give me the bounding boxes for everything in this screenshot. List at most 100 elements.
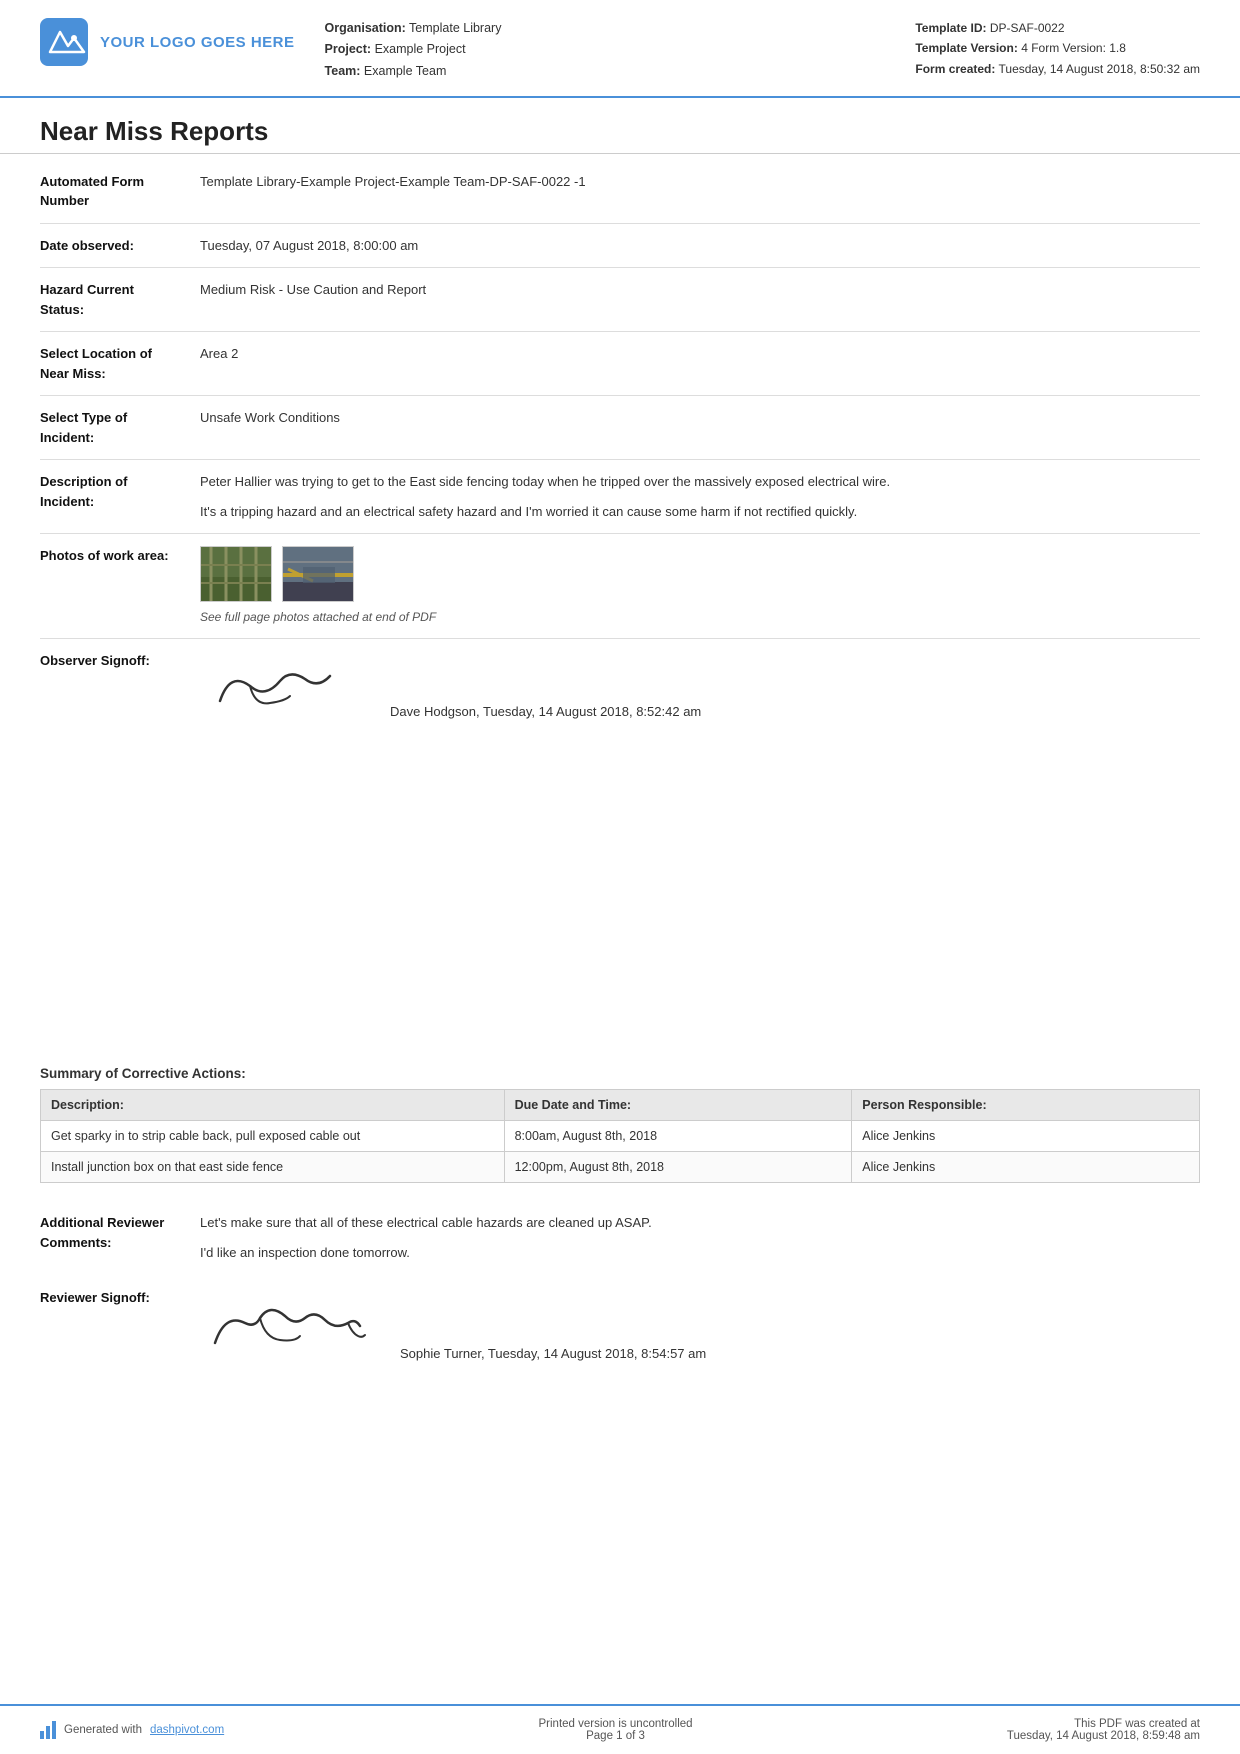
org-line: Organisation: Template Library bbox=[325, 18, 916, 39]
field-additional: Additional Reviewer Comments: Let's make… bbox=[40, 1205, 1200, 1270]
photos-container bbox=[200, 546, 1200, 602]
form-created-value: Tuesday, 14 August 2018, 8:50:32 am bbox=[999, 62, 1200, 76]
summary-header-row: Description: Due Date and Time: Person R… bbox=[41, 1090, 1200, 1121]
col-due-date-header: Due Date and Time: bbox=[504, 1090, 852, 1121]
form-created-label: Form created: bbox=[915, 62, 995, 76]
dashpivot-icon bbox=[40, 1721, 56, 1739]
summary-table-head: Description: Due Date and Time: Person R… bbox=[41, 1090, 1200, 1121]
summary-table-body: Get sparky in to strip cable back, pull … bbox=[41, 1121, 1200, 1183]
col-description-header: Description: bbox=[41, 1090, 505, 1121]
reviewer-section: Reviewer Signoff: Sophie Turner, Tuesday… bbox=[0, 1270, 1240, 1392]
cell-due-date: 12:00pm, August 8th, 2018 bbox=[504, 1152, 852, 1183]
team-line: Team: Example Team bbox=[325, 61, 916, 82]
project-value: Example Project bbox=[375, 42, 466, 56]
template-id-value: DP-SAF-0022 bbox=[990, 21, 1065, 35]
main-content: Automated Form Number Template Library-E… bbox=[0, 154, 1240, 1052]
footer-center-line2: Page 1 of 3 bbox=[539, 1730, 693, 1742]
field-label-type: Select Type of Incident: bbox=[40, 408, 200, 447]
footer-right: This PDF was created at Tuesday, 14 Augu… bbox=[1007, 1718, 1200, 1742]
footer-right-line1: This PDF was created at bbox=[1007, 1718, 1200, 1730]
generated-text: Generated with bbox=[64, 1724, 142, 1736]
cell-description: Get sparky in to strip cable back, pull … bbox=[41, 1121, 505, 1152]
logo-icon bbox=[40, 18, 88, 66]
template-version-label: Template Version: bbox=[915, 41, 1017, 55]
photo-thumb-1 bbox=[200, 546, 272, 602]
field-value-type: Unsafe Work Conditions bbox=[200, 408, 1200, 447]
logo-area: YOUR LOGO GOES HERE bbox=[40, 18, 295, 66]
team-label: Team: bbox=[325, 64, 361, 78]
field-label-observer: Observer Signoff: bbox=[40, 651, 200, 722]
footer-center: Printed version is uncontrolled Page 1 o… bbox=[539, 1718, 693, 1742]
photo-caption: See full page photos attached at end of … bbox=[200, 608, 1200, 626]
reviewer-signature-area: Sophie Turner, Tuesday, 14 August 2018, … bbox=[200, 1288, 1200, 1364]
summary-table: Description: Due Date and Time: Person R… bbox=[40, 1089, 1200, 1183]
cell-due-date: 8:00am, August 8th, 2018 bbox=[504, 1121, 852, 1152]
field-incident-type: Select Type of Incident: Unsafe Work Con… bbox=[40, 400, 1200, 455]
summary-section: Summary of Corrective Actions: Descripti… bbox=[0, 1052, 1240, 1197]
table-row: Get sparky in to strip cable back, pull … bbox=[41, 1121, 1200, 1152]
field-label-photos: Photos of work area: bbox=[40, 546, 200, 626]
field-value-hazard: Medium Risk - Use Caution and Report bbox=[200, 280, 1200, 319]
cell-person: Alice Jenkins bbox=[852, 1121, 1200, 1152]
summary-title: Summary of Corrective Actions: bbox=[40, 1066, 1200, 1081]
field-value-location: Area 2 bbox=[200, 344, 1200, 383]
spacer bbox=[0, 1392, 1240, 1704]
description-para1: Peter Hallier was trying to get to the E… bbox=[200, 472, 1200, 492]
project-label: Project: bbox=[325, 42, 372, 56]
field-value-reviewer: Sophie Turner, Tuesday, 14 August 2018, … bbox=[200, 1288, 1200, 1364]
field-label-location: Select Location of Near Miss: bbox=[40, 344, 200, 383]
field-label-description: Description of Incident: bbox=[40, 472, 200, 521]
template-version-line: Template Version: 4 Form Version: 1.8 bbox=[915, 38, 1200, 58]
field-value-date: Tuesday, 07 August 2018, 8:00:00 am bbox=[200, 236, 1200, 256]
field-value-additional: Let's make sure that all of these electr… bbox=[200, 1213, 1200, 1262]
field-label-date: Date observed: bbox=[40, 236, 200, 256]
org-value: Template Library bbox=[409, 21, 501, 35]
team-value: Example Team bbox=[364, 64, 446, 78]
additional-para2: I'd like an inspection done tomorrow. bbox=[200, 1243, 1200, 1263]
page: YOUR LOGO GOES HERE Organisation: Templa… bbox=[0, 0, 1240, 1754]
footer-left: Generated with dashpivot.com bbox=[40, 1721, 224, 1739]
description-para2: It's a tripping hazard and an electrical… bbox=[200, 502, 1200, 522]
field-location: Select Location of Near Miss: Area 2 bbox=[40, 336, 1200, 391]
field-value-description: Peter Hallier was trying to get to the E… bbox=[200, 472, 1200, 521]
field-observer-signoff: Observer Signoff: Dave Hodgson, Tuesday,… bbox=[40, 643, 1200, 730]
additional-section: Additional Reviewer Comments: Let's make… bbox=[0, 1197, 1240, 1270]
cell-description: Install junction box on that east side f… bbox=[41, 1152, 505, 1183]
reviewer-signature-info: Sophie Turner, Tuesday, 14 August 2018, … bbox=[400, 1344, 706, 1364]
template-version-value: 4 bbox=[1021, 41, 1028, 55]
field-hazard-status: Hazard Current Status: Medium Risk - Use… bbox=[40, 272, 1200, 327]
form-version-value: 1.8 bbox=[1109, 41, 1126, 55]
observer-signature-info: Dave Hodgson, Tuesday, 14 August 2018, 8… bbox=[390, 702, 701, 722]
field-description: Description of Incident: Peter Hallier w… bbox=[40, 464, 1200, 529]
footer-center-line1: Printed version is uncontrolled bbox=[539, 1718, 693, 1730]
additional-para1: Let's make sure that all of these electr… bbox=[200, 1213, 1200, 1233]
dashpivot-link[interactable]: dashpivot.com bbox=[150, 1724, 224, 1736]
field-photos: Photos of work area: bbox=[40, 538, 1200, 634]
form-created-line: Form created: Tuesday, 14 August 2018, 8… bbox=[915, 59, 1200, 79]
form-version-label: Form Version: bbox=[1031, 41, 1109, 55]
table-row: Install junction box on that east side f… bbox=[41, 1152, 1200, 1183]
field-automated-form-number: Automated Form Number Template Library-E… bbox=[40, 164, 1200, 219]
field-label-automated: Automated Form Number bbox=[40, 172, 200, 211]
org-label: Organisation: bbox=[325, 21, 406, 35]
photo-thumb-2 bbox=[282, 546, 354, 602]
field-label-reviewer: Reviewer Signoff: bbox=[40, 1288, 200, 1364]
field-label-hazard: Hazard Current Status: bbox=[40, 280, 200, 319]
col-person-header: Person Responsible: bbox=[852, 1090, 1200, 1121]
report-title: Near Miss Reports bbox=[0, 98, 1240, 154]
observer-signature-area: Dave Hodgson, Tuesday, 14 August 2018, 8… bbox=[200, 651, 1200, 722]
header-mid: Organisation: Template Library Project: … bbox=[325, 18, 916, 82]
field-date-observed: Date observed: Tuesday, 07 August 2018, … bbox=[40, 228, 1200, 264]
header-right: Template ID: DP-SAF-0022 Template Versio… bbox=[915, 18, 1200, 79]
field-value-automated: Template Library-Example Project-Example… bbox=[200, 172, 1200, 211]
template-id-line: Template ID: DP-SAF-0022 bbox=[915, 18, 1200, 38]
field-reviewer: Reviewer Signoff: Sophie Turner, Tuesday… bbox=[40, 1280, 1200, 1372]
observer-signature-image bbox=[200, 651, 360, 722]
field-value-observer: Dave Hodgson, Tuesday, 14 August 2018, 8… bbox=[200, 651, 1200, 722]
header: YOUR LOGO GOES HERE Organisation: Templa… bbox=[0, 0, 1240, 98]
footer-right-line2: Tuesday, 14 August 2018, 8:59:48 am bbox=[1007, 1730, 1200, 1742]
template-id-label: Template ID: bbox=[915, 21, 986, 35]
logo-text: YOUR LOGO GOES HERE bbox=[100, 34, 295, 51]
field-label-additional: Additional Reviewer Comments: bbox=[40, 1213, 200, 1262]
field-value-photos: See full page photos attached at end of … bbox=[200, 546, 1200, 626]
